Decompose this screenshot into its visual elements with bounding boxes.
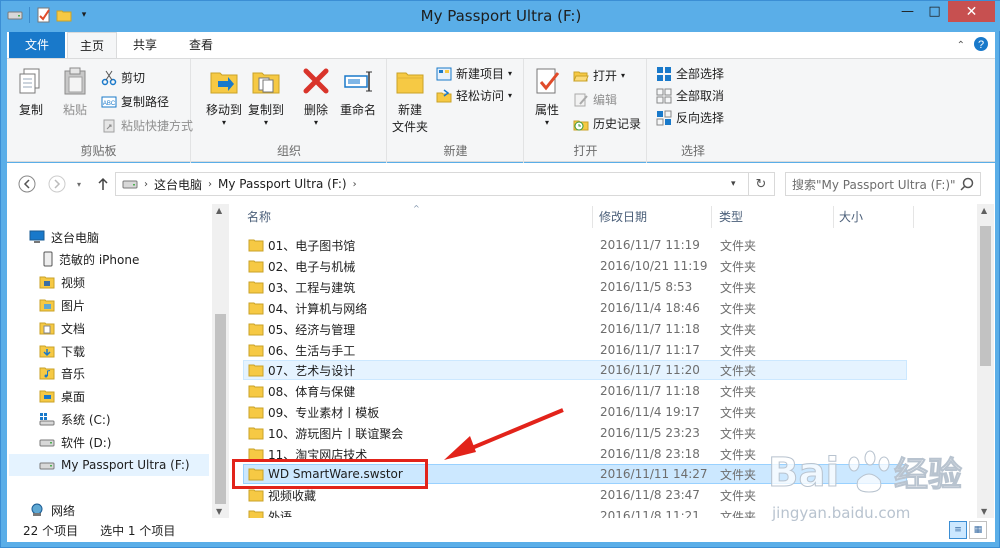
annotation-arrow	[444, 408, 564, 460]
annotation-arrow-head	[444, 436, 476, 460]
